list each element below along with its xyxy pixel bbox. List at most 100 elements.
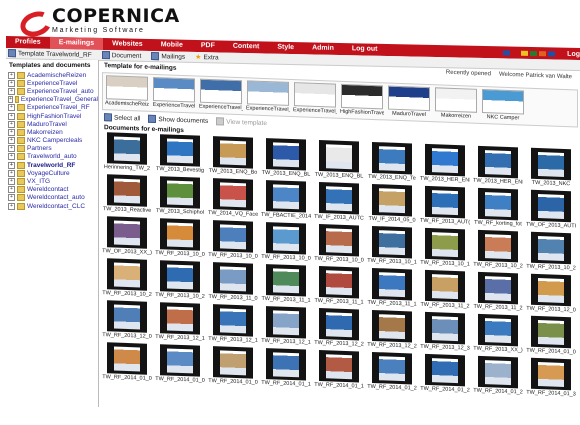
expand-icon[interactable]: + [8, 145, 15, 153]
sidebar-item[interactable]: + ExperienceTravel_auto [6, 87, 98, 95]
logout-link[interactable]: Log [567, 50, 580, 57]
sidebar-item[interactable]: + HighFashionTravel [6, 112, 98, 120]
document-item[interactable]: TW_RF_2013_10_2 [102, 258, 152, 300]
document-item[interactable]: TW_RF_korting_fot [473, 187, 523, 230]
expand-icon[interactable]: + [8, 79, 15, 87]
template-item[interactable]: Makorreizen [434, 87, 478, 121]
document-item[interactable]: TW_RF_2014_01_2 [420, 353, 470, 396]
document-item[interactable]: TW_2013_ENQ_Te [367, 141, 417, 184]
expand-icon[interactable]: + [8, 202, 15, 210]
sidebar-item[interactable]: + ExperienceTravel_General [6, 96, 98, 104]
document-item[interactable]: TW_FBACTIE_2014 [261, 180, 311, 222]
document-item[interactable]: TW_RF_2013_12_3 [420, 311, 470, 354]
document-item[interactable]: TW_2013_HER_ENI [473, 145, 523, 188]
template-item[interactable]: HighFashionTravel [340, 83, 384, 118]
document-item[interactable]: TW_RF_2014_01_2 [473, 355, 523, 398]
document-item[interactable]: TW_OF_2013_AUTI [526, 189, 576, 232]
document-item[interactable]: TW_RF_2014_01_3 [526, 357, 576, 400]
document-item[interactable]: TW_RF_2013_12_0 [102, 300, 152, 342]
document-item[interactable]: TW_RF_2013_12_2 [367, 309, 417, 352]
nav-item-websites[interactable]: Websites [103, 38, 152, 51]
template-menu[interactable]: Template Travelworld_RF [8, 49, 92, 59]
template-item[interactable]: ExperienceTravel_ [199, 78, 243, 113]
flag-icon[interactable] [521, 50, 529, 56]
expand-icon[interactable]: + [8, 128, 15, 136]
document-item[interactable]: TW_RF_2013_10_0 [261, 222, 311, 264]
flag-icon[interactable] [530, 50, 538, 56]
document-item[interactable]: TW_RF_2014_01_0 [102, 342, 152, 384]
document-item[interactable]: TW_RF_2013_10_2 [526, 231, 576, 274]
sidebar-item[interactable]: + Travelworld_auto [6, 153, 98, 161]
document-item[interactable]: TW_RF_2013_10_1 [367, 225, 417, 268]
sidebar-item[interactable]: + VX_ITG [6, 177, 98, 186]
sidebar-item[interactable]: + Travelworld_RF [6, 161, 98, 169]
document-menu[interactable]: Document [101, 51, 141, 60]
nav-item-log-out[interactable]: Log out [343, 43, 387, 56]
document-item[interactable]: TW_RF_2014_01_0 [208, 346, 258, 388]
expand-icon[interactable]: + [8, 71, 15, 79]
document-item[interactable]: TW_2013_ENQ_BL [314, 140, 364, 182]
nav-item-profiles[interactable]: Profiles [6, 36, 50, 49]
extra-menu[interactable]: ★ Extra [195, 53, 218, 60]
sidebar-item[interactable]: + AcademischeReizen [6, 71, 98, 79]
nav-item-content[interactable]: Content [224, 41, 268, 54]
document-item[interactable]: TW_RF_2013_11_0 [208, 262, 258, 304]
document-item[interactable]: TW_RF_2014_01_0 [526, 315, 576, 358]
expand-icon[interactable]: + [8, 186, 15, 194]
flag-icon[interactable] [539, 50, 547, 56]
expand-icon[interactable]: + [8, 194, 15, 202]
select-all-button[interactable]: Select all [104, 113, 140, 122]
template-item[interactable]: AcademischeReizen [105, 75, 149, 109]
template-item[interactable]: NKC Camper [481, 89, 525, 123]
document-item[interactable]: TW_RF_2013_12_2 [314, 308, 364, 350]
nav-item-e-mailings[interactable]: E-mailings [49, 36, 104, 51]
expand-icon[interactable]: + [8, 137, 15, 145]
document-item[interactable]: TW_RF_2013_12_1 [208, 304, 258, 346]
sidebar-item[interactable]: + Partners [6, 145, 98, 153]
document-item[interactable]: TW_2014_VQ_Face [208, 178, 258, 220]
sidebar-item[interactable]: + Makorreizen [6, 128, 98, 136]
document-item[interactable]: TW_OF_2013_XX_) [102, 216, 152, 258]
flag-icon[interactable] [548, 50, 556, 57]
document-item[interactable]: TW_RF_2014_01_2 [367, 351, 417, 394]
expand-icon[interactable]: + [8, 178, 15, 186]
view-template-button[interactable]: View template [216, 117, 267, 127]
document-item[interactable]: TW_RF_2013_12_1 [155, 302, 205, 344]
show-documents-button[interactable]: Show documents [148, 114, 208, 125]
document-item[interactable]: TW_RF_2013_AUT( [420, 185, 470, 228]
document-item[interactable]: TW_RF_2013_10_2 [155, 260, 205, 302]
nav-item-admin[interactable]: Admin [303, 42, 343, 55]
document-item[interactable]: TW_IF_2013_AUTC [314, 182, 364, 224]
document-item[interactable]: TW_RF_2013_10_0 [155, 218, 205, 260]
template-item[interactable]: ExperienceTravel_ [246, 80, 290, 114]
document-item[interactable]: TW_2013_Schiphol [155, 176, 205, 218]
document-item[interactable]: TW_2013_HER_ENI [420, 143, 470, 186]
expand-icon[interactable]: + [8, 87, 15, 95]
document-item[interactable]: TW_RF_2013_11_1 [367, 267, 417, 310]
document-item[interactable]: TW_IF_2014_05_0 [367, 183, 417, 226]
sidebar-item[interactable]: + Wereldcontact_CLC [6, 202, 98, 210]
expand-icon[interactable]: + [8, 112, 15, 120]
flag-icon[interactable] [512, 50, 520, 56]
template-item[interactable]: MaduroTravel [387, 85, 431, 120]
expand-icon[interactable]: + [8, 104, 15, 112]
document-item[interactable]: Herinnering_TW_2 [102, 132, 152, 174]
mailings-menu[interactable]: Mailings [151, 52, 185, 61]
sidebar-item[interactable]: + Wereldcontact [6, 186, 98, 194]
document-item[interactable]: TW_RF_2013_XX_) [473, 313, 523, 356]
document-item[interactable]: TW_RF_2013_10_0 [208, 220, 258, 262]
document-item[interactable]: TW_RF_2014_01_1 [261, 348, 311, 390]
sidebar-item[interactable]: + NKC Campercleals [6, 137, 98, 145]
expand-icon[interactable]: + [8, 153, 15, 161]
document-item[interactable]: TW_2013_ENQ_BL [261, 138, 311, 180]
sidebar-item[interactable]: + Wereldcontact_auto [6, 194, 98, 202]
template-item[interactable]: ExperienceTravel_ [293, 82, 337, 116]
flag-icon[interactable] [503, 49, 511, 56]
document-item[interactable]: TW_RF_2013_11_1 [314, 266, 364, 308]
template-item[interactable]: ExperienceTravel [152, 76, 196, 111]
document-item[interactable]: TW_2013_Bevestig [155, 134, 205, 176]
nav-item-style[interactable]: Style [268, 41, 303, 54]
document-item[interactable]: TW_2013_ENQ_Bo [208, 136, 258, 178]
recently-opened-link[interactable]: Recently opened [446, 70, 491, 78]
document-item[interactable]: TW_RF_2013_10_0 [314, 224, 364, 266]
